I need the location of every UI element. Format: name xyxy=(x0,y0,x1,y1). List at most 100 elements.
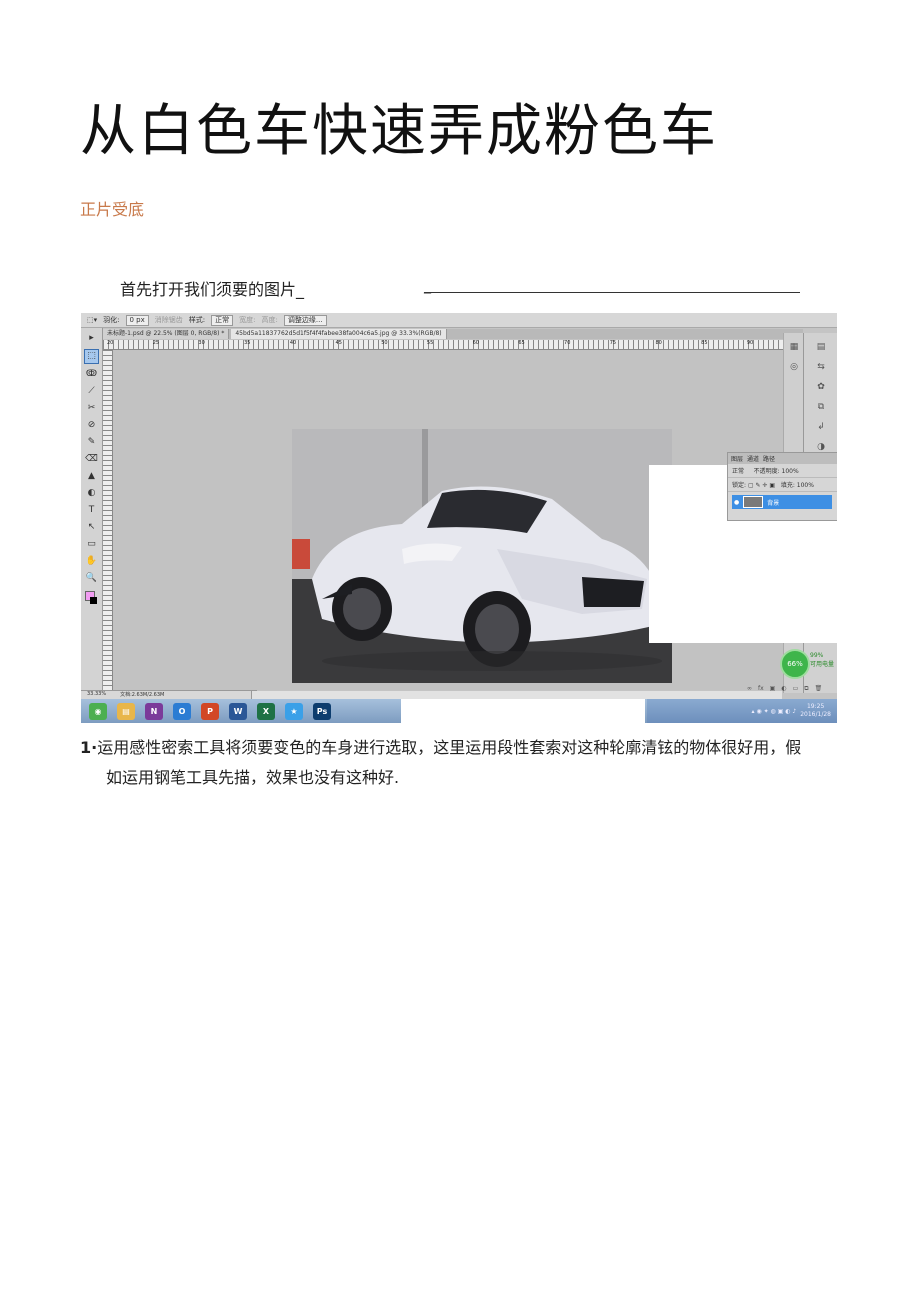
refine-edge-button[interactable]: 调整边缘... xyxy=(283,314,327,326)
tool-icon[interactable]: ↂ xyxy=(85,368,98,381)
lock-label: 锁定: xyxy=(732,482,747,489)
taskbar-app-icon[interactable]: Ps xyxy=(313,702,331,720)
taskbar-app-icon[interactable]: P xyxy=(201,702,219,720)
tray-icons[interactable]: ▴ ◉ ✦ ◍ ▣ ◐ ♪ xyxy=(752,708,797,715)
tool-icon[interactable]: 🔍 xyxy=(85,572,98,585)
tool-icon[interactable]: ⌫ xyxy=(85,453,98,466)
new-layer-icon[interactable]: ⧉ xyxy=(804,685,808,695)
document-tabs: 未标题-1.psd @ 22.5% (图层 0, RGB/8) * 45bd5a… xyxy=(103,329,803,339)
ruler-number: 30 xyxy=(198,340,205,346)
car-photo xyxy=(292,429,672,683)
clock-time: 19:25 xyxy=(806,703,825,710)
ruler-number: 20 xyxy=(107,340,114,346)
tool-icon[interactable]: ⬚ xyxy=(84,349,99,364)
navigator-icon[interactable]: ◎ xyxy=(788,361,800,373)
adjustment-icon[interactable]: ◐ xyxy=(781,685,786,695)
step-1: 1·运用感性密索工具将须要变色的车身进行选取，这里运用段性套索对这种轮廓清铉的物… xyxy=(80,733,845,793)
fill-input[interactable]: 100% xyxy=(797,482,814,489)
ruler-number: 45 xyxy=(335,340,342,346)
style-select[interactable]: 正常 xyxy=(211,314,234,326)
antialias-checkbox[interactable]: 消除锯齿 xyxy=(155,315,183,325)
doc-size: 文档:2.63M/2.63M xyxy=(120,692,165,698)
width-label: 宽度: xyxy=(239,316,256,324)
document-tab[interactable]: 未标题-1.psd @ 22.5% (图层 0, RGB/8) * xyxy=(103,329,230,339)
options-bar: ⬚▾ 羽化: 0 px 消除锯齿 样式: 正常 宽度: 高度: 调整边缘... xyxy=(81,313,837,328)
adjustments-icon[interactable]: ⇆ xyxy=(815,361,827,373)
taskbar-app-icon[interactable]: O xyxy=(173,702,191,720)
ruler-number: 50 xyxy=(381,340,388,346)
tool-icon[interactable]: ✂ xyxy=(85,402,98,415)
ruler-number: 35 xyxy=(244,340,251,346)
marquee-icon[interactable]: ⬚▾ xyxy=(87,316,97,324)
clock[interactable]: 19:25 2016/1/28 xyxy=(800,703,831,719)
feather-input[interactable]: 0 px xyxy=(125,314,149,326)
tool-icon[interactable]: ⟋ xyxy=(85,385,98,398)
battery-percent: 99% xyxy=(810,652,824,659)
ruler-number: 25 xyxy=(152,340,160,346)
taskbar-app-icon[interactable]: N xyxy=(145,702,163,720)
tab-channels[interactable]: 通道 xyxy=(747,454,759,463)
lock-icons[interactable]: ▢ ✎ ✛ ▣ xyxy=(748,482,775,489)
horizontal-scrollbar[interactable] xyxy=(251,691,782,699)
ruler-numbers: 20253035404550556065707580859095 xyxy=(103,340,803,349)
photoshop-screenshot: ⬚▾ 羽化: 0 px 消除锯齿 样式: 正常 宽度: 高度: 调整边缘... … xyxy=(81,313,837,723)
battery-gauge: 66% xyxy=(780,649,810,679)
masks-icon[interactable]: ⧉ xyxy=(815,401,827,413)
feather-label: 羽化: xyxy=(103,316,120,324)
taskbar-app-icon[interactable]: X xyxy=(257,702,275,720)
style-label: 样式: xyxy=(188,316,206,324)
styles-icon[interactable]: ✿ xyxy=(815,381,827,393)
layers-panel-tabs: 图层 通道 路径 xyxy=(728,453,837,464)
toolbox: ▸ ⬚ ↂ ⟋ ✂ ⊘ ✎ ⌫ ▲ ◐ T ↖ ▭ ✋ 🔍 xyxy=(81,328,103,693)
lock-row: 锁定: ▢ ✎ ✛ ▣ 填充: 100% xyxy=(728,478,837,492)
opacity-input[interactable]: 100% xyxy=(782,468,799,475)
intro-underline xyxy=(424,292,800,293)
ruler-vertical xyxy=(103,350,113,690)
taskbar-app-icon[interactable]: W xyxy=(229,702,247,720)
blend-mode-select[interactable]: 正常 xyxy=(732,468,744,475)
ruler-number: 90 xyxy=(746,340,754,346)
background-color-swatch[interactable] xyxy=(90,597,97,604)
tool-icon[interactable]: ▭ xyxy=(85,538,98,551)
layer-row-background[interactable]: ● 背景 xyxy=(732,495,832,509)
height-label: 高度: xyxy=(261,316,278,324)
taskbar-blank xyxy=(401,699,645,723)
taskbar-app-icon[interactable]: ◉ xyxy=(89,702,107,720)
fill-label: 填充: xyxy=(780,482,795,489)
tool-icon[interactable]: T xyxy=(85,504,98,517)
ruler-number: 55 xyxy=(426,340,434,346)
tab-layers[interactable]: 图层 xyxy=(731,454,743,463)
tool-icon[interactable]: ▸ xyxy=(85,332,98,345)
paths-icon[interactable]: ↲ xyxy=(815,421,827,433)
ruler-number: 70 xyxy=(564,340,571,346)
eye-icon[interactable]: ● xyxy=(734,499,739,506)
ruler-number: 85 xyxy=(701,340,708,346)
swatches-icon[interactable]: ▤ xyxy=(815,341,827,353)
layers-panel: 图层 通道 路径 正常 不透明度: 100% 锁定: ▢ ✎ ✛ ▣ 填充: 1… xyxy=(727,452,837,521)
tab-paths[interactable]: 路径 xyxy=(763,454,775,463)
status-bar: 33.33% 文档:2.63M/2.63M xyxy=(81,690,782,699)
tool-icon[interactable]: ◐ xyxy=(85,487,98,500)
step-number: 1· xyxy=(80,738,98,757)
tool-icon[interactable]: ⊘ xyxy=(85,419,98,432)
clock-date: 2016/1/28 xyxy=(800,711,831,718)
step-1-line-1: 运用感性密索工具将须要变色的车身进行选取，这里运用段性套索对这种轮廓清铉的物体很… xyxy=(97,738,802,757)
battery-label: 可用电量 xyxy=(810,661,835,668)
battery-side: 99% 可用电量 xyxy=(810,651,834,669)
tool-icon[interactable]: ↖ xyxy=(85,521,98,534)
taskbar-app-icon[interactable]: ▤ xyxy=(117,702,135,720)
trash-icon[interactable]: 🗑 xyxy=(815,685,823,695)
zoom-level[interactable]: 33.33% xyxy=(87,691,106,699)
tool-icon[interactable]: ✋ xyxy=(85,555,98,568)
folder-icon[interactable]: ▭ xyxy=(793,685,799,695)
ruler-number: 60 xyxy=(472,340,479,346)
system-tray: ▴ ◉ ✦ ◍ ▣ ◐ ♪ 19:25 2016/1/28 xyxy=(647,699,837,723)
document-title: 从白色车快速弄成粉色车 xyxy=(80,99,718,164)
history-icon[interactable]: ▦ xyxy=(788,341,800,353)
document-tab-active[interactable]: 45bd5a11837762d5d1f5f4f4fabee38fa004c6a5… xyxy=(231,329,447,339)
tool-icon[interactable]: ✎ xyxy=(85,436,98,449)
ruler-number: 65 xyxy=(518,340,525,346)
white-car-image xyxy=(292,429,672,683)
taskbar-app-icon[interactable]: ★ xyxy=(285,702,303,720)
tool-icon[interactable]: ▲ xyxy=(85,470,98,483)
